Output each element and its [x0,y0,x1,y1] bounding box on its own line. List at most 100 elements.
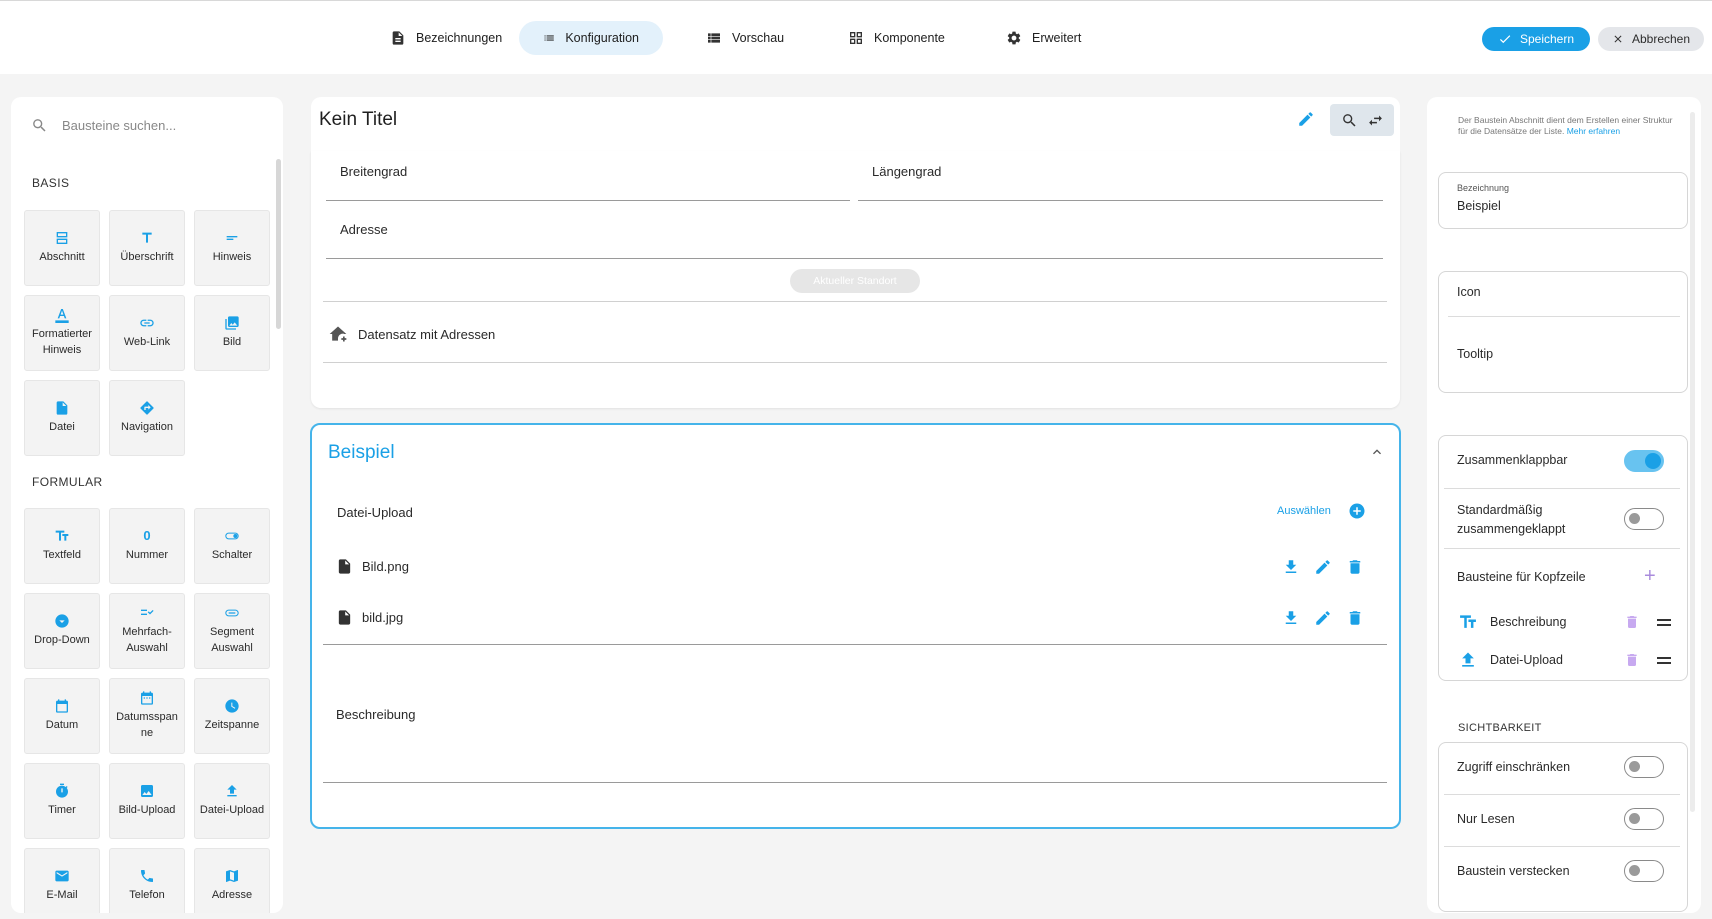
tab-komponente[interactable]: Komponente [824,21,969,55]
gear-icon [1007,31,1021,45]
tooltip-field[interactable]: Tooltip [1457,347,1493,361]
download-icon[interactable] [1282,558,1300,576]
palette-adresse[interactable]: Adresse [194,848,270,913]
restrict-access-toggle[interactable] [1624,756,1664,778]
description-input[interactable] [323,782,1387,783]
toggle-knob [1629,761,1640,772]
tab-label: Konfiguration [565,31,639,45]
restrict-access-label: Zugriff einschränken [1457,760,1571,774]
palette-datei-upload[interactable]: Datei-Upload [194,763,270,839]
toggle-knob [1629,813,1640,824]
cancel-button[interactable]: Abbrechen [1598,27,1704,51]
select-files-link[interactable]: Auswählen [1277,505,1331,517]
toggle-knob [1629,865,1640,876]
trash-icon[interactable] [1346,609,1364,627]
search-icon[interactable] [1341,112,1358,129]
palette-textfeld[interactable]: Textfeld [24,508,100,584]
default-collapsed-toggle[interactable] [1624,508,1664,530]
hide-block-toggle[interactable] [1624,860,1664,882]
drag-handle-icon[interactable] [1657,619,1671,629]
header-block-item[interactable]: Beschreibung [1458,612,1566,632]
palette-bild-upload[interactable]: Bild-Upload [109,763,185,839]
upload-icon [1462,652,1474,667]
palette-navigation[interactable]: Navigation [109,380,185,456]
longitude-input[interactable] [858,200,1383,201]
palette-formatierter-hinweis[interactable]: Formatierter Hinweis [24,295,100,371]
add-header-block-button[interactable]: + [1644,565,1656,588]
palette-nummer[interactable]: 0 Nummer [109,508,185,584]
tab-erweitert[interactable]: Erweitert [982,21,1105,55]
palette-ueberschrift[interactable]: Überschrift [109,210,185,286]
tile-label: Adresse [211,889,253,902]
address-input[interactable] [326,258,1383,259]
divider [323,301,1387,302]
inspector-scrollbar[interactable] [1690,112,1695,812]
hide-block-label: Baustein verstecken [1457,864,1570,878]
dataset-link[interactable]: Datensatz mit Adressen [328,324,495,344]
palette-bild[interactable]: Bild [194,295,270,371]
palette-zeitspanne[interactable]: Zeitspanne [194,678,270,754]
selected-section-card[interactable] [310,423,1401,829]
palette-drop-down[interactable]: Drop-Down [24,593,100,669]
remove-header-block-button[interactable] [1624,652,1640,671]
swap-icon[interactable] [1367,112,1384,129]
tile-label: Bild [222,336,242,349]
palette-mehrfach-auswahl[interactable]: Mehrfach- Auswahl [109,593,185,669]
checklist-icon [141,609,154,616]
trash-icon[interactable] [1346,558,1364,576]
tab-label: Bezeichnungen [416,31,503,45]
top-bar: Bezeichnungen Konfiguration Vorschau Kom… [0,0,1712,74]
palette-telefon[interactable]: Telefon [109,848,185,913]
tile-label: Web-Link [123,336,171,349]
palette-datei[interactable]: Datei [24,380,100,456]
palette-e-mail[interactable]: E-Mail [24,848,100,913]
palette-segment-auswahl[interactable]: Segment Auswahl [194,593,270,669]
tile-label: Datei [49,421,75,434]
tile-label: Navigation [121,421,173,434]
edit-title-button[interactable] [1297,110,1315,128]
palette-abschnitt[interactable]: Abschnitt [24,210,100,286]
palette-web-link[interactable]: Web-Link [109,295,185,371]
palette-timer[interactable]: Timer [24,763,100,839]
learn-more-link[interactable]: Mehr erfahren [1567,126,1620,136]
file-row[interactable]: bild.jpg [336,609,403,626]
drag-handle-icon[interactable] [1657,657,1671,667]
save-button[interactable]: Speichern [1482,27,1590,51]
formular-grid: Textfeld 0 Nummer Schalter Drop-Down Meh… [24,508,270,913]
upload-label: Datei-Upload [337,505,413,520]
text-fields-icon [1460,615,1476,628]
palette-datum[interactable]: Datum [24,678,100,754]
tab-vorschau[interactable]: Vorschau [682,21,808,55]
directions-icon [140,401,154,415]
search-input[interactable]: Bausteine suchen... [62,118,176,133]
current-location-button[interactable]: Aktueller Standort [790,269,920,293]
read-only-toggle[interactable] [1624,808,1664,830]
section-title: Beispiel [328,442,395,463]
divider [1444,794,1680,795]
tile-label: Timer [48,804,76,817]
block-search[interactable]: Bausteine suchen... [31,117,176,134]
text-fields-icon [55,530,69,541]
download-icon[interactable] [1282,609,1300,627]
collapse-button[interactable] [1369,444,1385,463]
palette-datumsspanne[interactable]: Datumsspan ne [109,678,185,754]
divider [1448,316,1680,317]
icon-field[interactable]: Icon [1457,285,1481,299]
file-row[interactable]: Bild.png [336,558,409,575]
palette-schalter[interactable]: Schalter [194,508,270,584]
pencil-icon[interactable] [1314,609,1332,627]
tab-konfiguration[interactable]: Konfiguration [519,21,663,55]
header-block-item[interactable]: Datei-Upload [1458,650,1563,670]
section-title-formular: FORMULAR [32,475,103,489]
pencil-icon[interactable] [1314,558,1332,576]
add-file-button[interactable] [1348,502,1366,523]
divider [323,362,1387,363]
remove-header-block-button[interactable] [1624,614,1640,633]
palette-hinweis[interactable]: Hinweis [194,210,270,286]
collapsible-toggle[interactable] [1624,450,1664,472]
latitude-input[interactable] [326,200,850,201]
palette-scrollbar[interactable] [276,159,281,329]
section-icon [56,232,68,245]
document-icon [392,31,404,45]
tab-bezeichnungen[interactable]: Bezeichnungen [366,21,526,55]
